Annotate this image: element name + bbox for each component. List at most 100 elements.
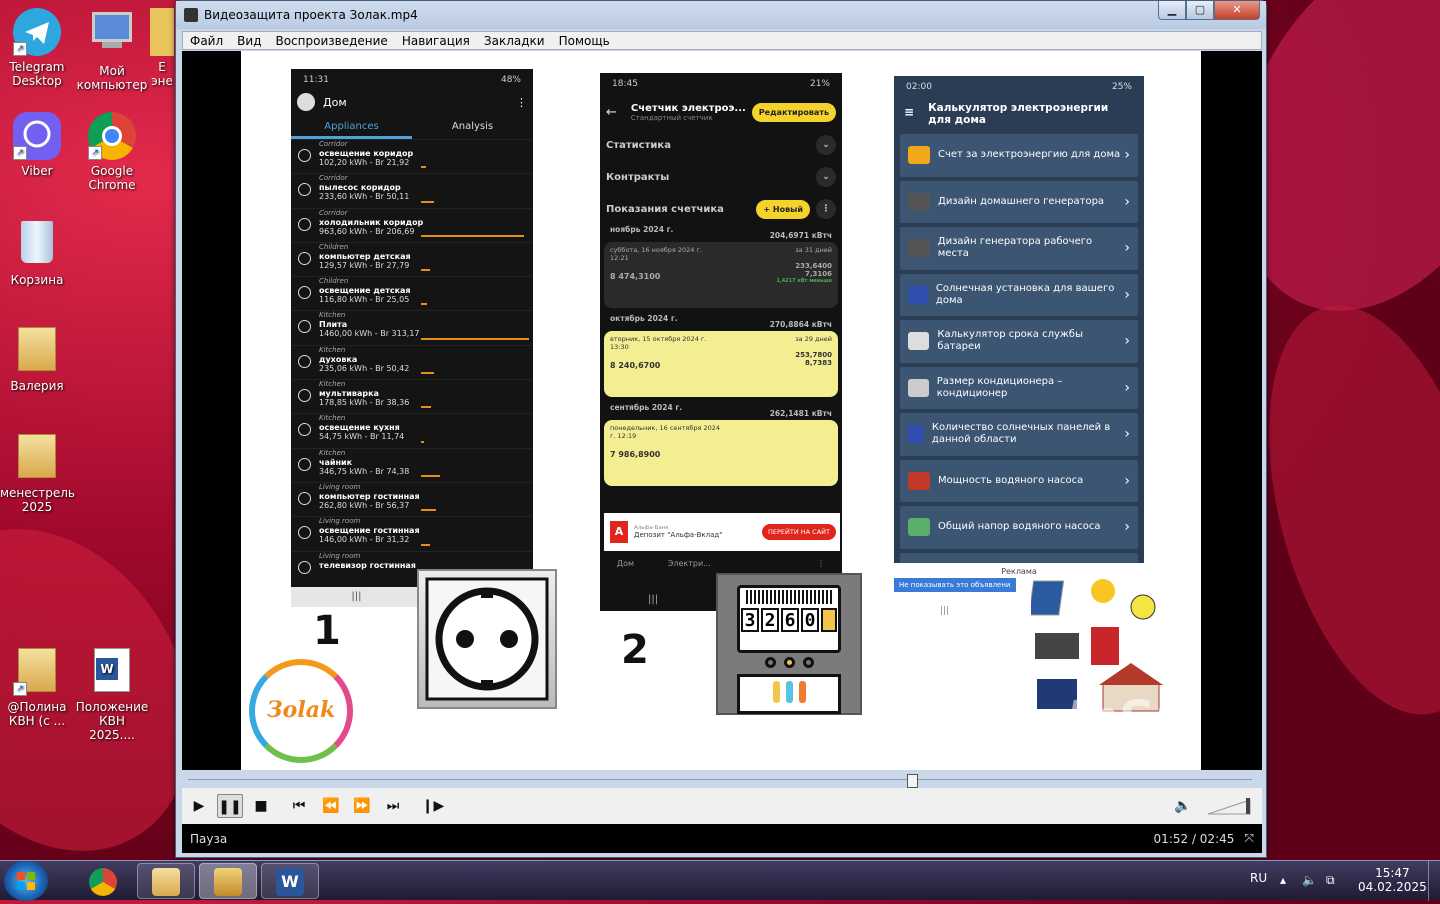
playback-controls: ▶ ❚❚ ■ ⏮ ⏪ ⏩ ⏭ ❙▶ 🔈 (182, 788, 1262, 824)
status-time: 11:31 (303, 75, 329, 85)
meter-digit: 6 (781, 608, 799, 632)
desktop-icon-telegram[interactable]: ↗ Telegram Desktop (0, 8, 74, 88)
reading-card: понедельник, 16 сентября 2024 г. 12:19 7 … (604, 420, 838, 486)
fullscreen-icon[interactable]: ⤧ (1244, 831, 1254, 846)
window-title: Видеозащита проекта Золак.mp4 (204, 8, 418, 22)
appliance-room: Kitchen (319, 414, 346, 423)
desktop-icon-polina[interactable]: ↗ @Полина КВН (с ... (0, 646, 74, 728)
new-reading-button: + Новый (756, 199, 810, 219)
desktop-icon-label: Viber (21, 164, 53, 178)
desktop-icon-chrome[interactable]: ↗ Google Chrome (75, 112, 149, 192)
calculator-title: Калькулятор электроэнергии для дома (928, 102, 1109, 126)
appliance-room: Kitchen (319, 311, 346, 320)
seek-bar[interactable] (188, 779, 1252, 780)
show-desktop-button[interactable] (1428, 861, 1440, 901)
calculator-item-label: Счет за электроэнергию для дома (938, 149, 1121, 161)
desktop-icon-my-computer[interactable]: Мой компьютер (75, 8, 149, 92)
start-button[interactable] (4, 861, 48, 901)
calculator-item: Количество солнечных панелей в данной об… (900, 413, 1138, 456)
media-player-icon (214, 868, 242, 896)
appliance-icon (298, 149, 311, 162)
appliance-room: Children (319, 242, 349, 251)
chevron-down-icon: ⌄ (816, 167, 836, 187)
appliance-row: Corridor холодильник коридор 963,60 kWh - … (291, 207, 533, 242)
appliance-room: Kitchen (319, 448, 346, 457)
menu-help[interactable]: Помощь (552, 34, 617, 48)
appliance-icon (298, 457, 311, 471)
next-icon[interactable]: ⏭ (380, 794, 406, 818)
clock[interactable]: 15:47 04.02.2025 (1358, 866, 1427, 894)
appliance-icon (298, 286, 311, 300)
reading-date: суббота, 16 ноября 2024 г. 12:21 (610, 246, 702, 262)
menu-navigation[interactable]: Навигация (395, 34, 477, 48)
frame-step-icon[interactable]: ❙▶ (420, 794, 446, 818)
menu-playback[interactable]: Воспроизведение (268, 34, 394, 48)
android-nav-bar: ||| (648, 594, 659, 605)
network-icon[interactable]: ⧉ (1326, 873, 1335, 888)
volume-icon[interactable]: 🔈 (1170, 794, 1196, 818)
seek-thumb[interactable] (906, 774, 918, 788)
ad-text: Депозит "Альфа-Вклад" (634, 531, 723, 539)
appliance-icon (298, 354, 311, 368)
taskbar: W RU ▴ 🔈 ⧉ 15:47 04.02.2025 (0, 860, 1440, 901)
menu-view[interactable]: Вид (230, 34, 268, 48)
clock-date: 04.02.2025 (1358, 880, 1427, 894)
volume-slider[interactable] (1206, 796, 1254, 816)
appliance-icon (298, 217, 311, 231)
desktop-icon-recycle-bin[interactable]: Корзина (0, 218, 74, 287)
menu-bookmarks[interactable]: Закладки (477, 34, 552, 48)
desktop-icon-label: Мой компьютер (76, 64, 148, 92)
clock-time: 15:47 (1375, 866, 1410, 880)
month-group: сентябрь 2024 г. 262,1481 кВтч понедельник… (600, 403, 842, 486)
appliance-name: освещение детская (319, 286, 411, 296)
taskbar-explorer[interactable] (137, 863, 195, 899)
folder-icon (150, 8, 174, 56)
consumption-bar (421, 234, 524, 237)
fast-forward-icon[interactable]: ⏩ (349, 794, 375, 818)
section-contracts: Контракты (606, 171, 670, 183)
status-battery: 21% (809, 79, 830, 89)
title-bar[interactable]: Видеозащита проекта Золак.mp4 ▁ ▢ ✕ (176, 1, 1266, 29)
stop-icon[interactable]: ■ (248, 794, 274, 818)
taskbar-chrome[interactable] (74, 863, 132, 899)
speaker-icon[interactable]: 🔈 (1302, 873, 1317, 887)
chrome-icon: ↗ (88, 112, 136, 160)
minimize-button[interactable]: ▁ (1158, 1, 1186, 20)
desktop-icon-valeria[interactable]: Валерия (0, 325, 74, 393)
rewind-icon[interactable]: ⏪ (318, 794, 344, 818)
language-indicator[interactable]: RU (1250, 871, 1267, 885)
desktop-icon-menestrel[interactable]: менестрель 2025 (0, 432, 75, 514)
desktop-icon-partial[interactable]: Е эне (150, 8, 174, 88)
app-logo-icon (297, 93, 315, 111)
appliance-row: Children компьютер детская 129,57 kWh - Br… (291, 241, 533, 276)
consumption-bar (421, 543, 430, 546)
nav-electric: Электри... (667, 559, 711, 568)
video-area[interactable]: 11:31 48% Дом ⋮ Appliances Analysis Corrid… (182, 51, 1262, 770)
appliance-icon (298, 320, 311, 334)
previous-icon[interactable]: ⏮ (286, 794, 312, 818)
appliance-row: Kitchen мультиварка 178,85 kWh - Br 38,36 (291, 379, 533, 413)
appliance-room: Living room (319, 517, 361, 526)
chevron-right-icon: › (1124, 472, 1130, 489)
maximize-button[interactable]: ▢ (1186, 1, 1214, 20)
taskbar-word[interactable]: W (261, 863, 319, 899)
calculator-item-label: Дизайн генератора рабочего места (937, 236, 1093, 260)
menu-file[interactable]: Файл (183, 34, 230, 48)
appliance-icon (298, 389, 311, 403)
play-icon[interactable]: ▶ (186, 794, 212, 818)
consumption-bar (421, 440, 425, 443)
appliance-row: Corridor освещение коридор 102,20 kWh - Br… (291, 139, 533, 173)
calculator-item-label: Количество солнечных панелей в данной об… (931, 422, 1111, 446)
appliance-name: мультиварка (319, 389, 379, 399)
tray-arrow-icon[interactable]: ▴ (1280, 873, 1286, 887)
pause-button[interactable]: ❚❚ (217, 794, 243, 818)
section-stats: Статистика (606, 139, 671, 151)
desktop-icon-viber[interactable]: ↗ Viber (0, 112, 74, 178)
calculator-item-icon (908, 285, 928, 304)
slide-number-2: 2 (621, 627, 649, 673)
calculator-item-icon (908, 146, 930, 165)
chevron-right-icon: › (1124, 240, 1130, 257)
desktop-icon-polozhenie[interactable]: W Положение КВН 2025.... (75, 646, 149, 742)
close-button[interactable]: ✕ (1214, 1, 1260, 20)
taskbar-media-player[interactable] (199, 863, 257, 899)
